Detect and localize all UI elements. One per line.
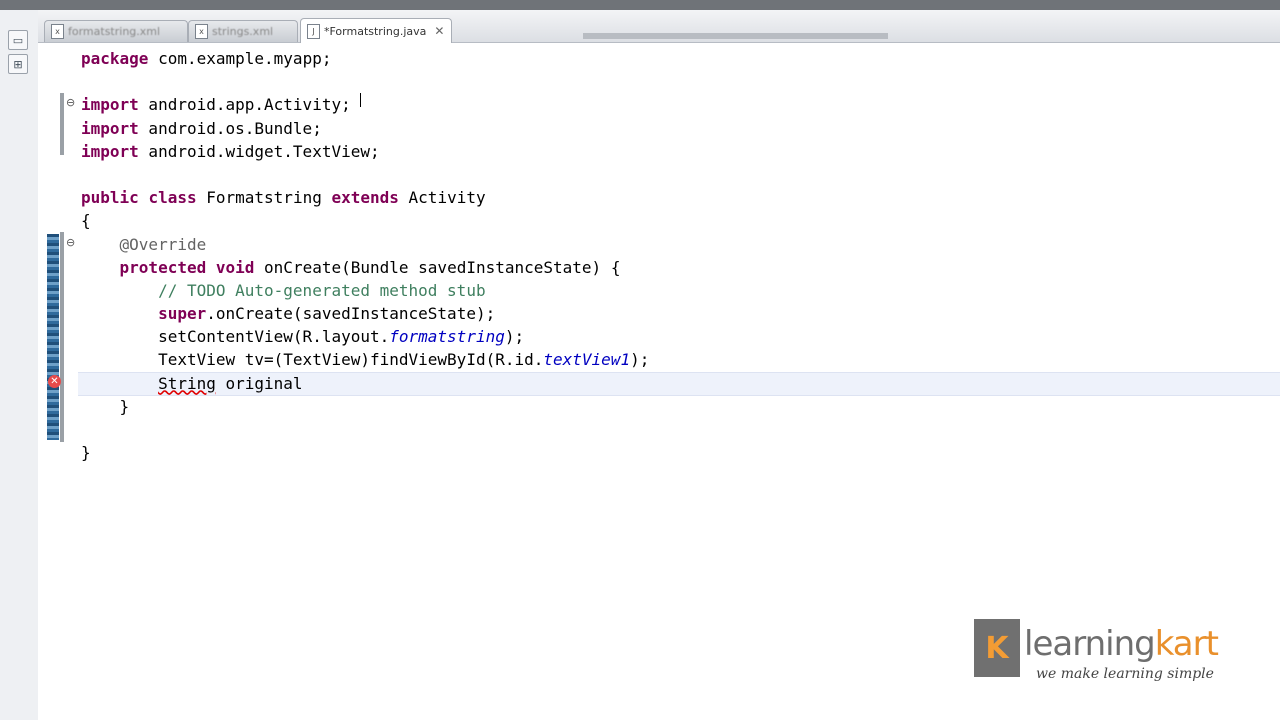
text-cursor <box>360 93 362 107</box>
restore-icon[interactable]: ▭ <box>8 30 28 50</box>
code-line[interactable]: } <box>81 441 649 464</box>
fold-minus-icon[interactable]: ⊖ <box>66 96 75 109</box>
code-token: protected <box>119 257 207 277</box>
xml-file-icon: x <box>195 24 208 39</box>
code-token: ); <box>630 350 650 370</box>
change-marker <box>60 232 64 442</box>
left-toolbar: ▭ ⊞ <box>0 10 39 720</box>
editor-tab-bar: x formatstring.xml x strings.xml J *Form… <box>38 10 1280 43</box>
code-line[interactable]: TextView tv=(TextView)findViewById(R.id.… <box>81 348 649 371</box>
code-token: super <box>158 304 207 324</box>
window-top-bar <box>0 0 1280 10</box>
code-line[interactable]: { <box>81 209 649 232</box>
code-token: textView1 <box>543 350 631 370</box>
package-explorer-icon[interactable]: ⊞ <box>8 54 28 74</box>
watermark-name-part1: learning <box>1024 624 1156 664</box>
code-token: android.os.Bundle; <box>138 118 322 138</box>
code-token: Activity <box>398 188 486 208</box>
code-line[interactable]: protected void onCreate(Bundle savedInst… <box>81 256 649 279</box>
code-token: String <box>158 373 216 393</box>
code-token: } <box>81 443 91 463</box>
code-token: original <box>215 373 303 393</box>
error-marker-icon[interactable]: ✕ <box>48 375 61 388</box>
code-token: formatstring <box>389 327 505 347</box>
code-token: android.app.Activity; <box>138 95 351 115</box>
tab-label: strings.xml <box>212 25 274 38</box>
code-line[interactable]: @Override <box>81 233 649 256</box>
code-token: TextView tv=(TextView)findViewById(R.id. <box>81 350 544 370</box>
code-line[interactable]: // TODO Auto-generated method stub <box>81 279 649 302</box>
code-token: import <box>81 95 139 115</box>
code-line[interactable]: import android.app.Activity; <box>81 93 649 116</box>
code-line[interactable]: import android.os.Bundle; <box>81 117 649 140</box>
java-file-icon: J <box>307 23 320 39</box>
code-token: onCreate(Bundle savedInstanceState) { <box>254 257 621 277</box>
code-token: extends <box>331 188 399 208</box>
code-token: // TODO Auto-generated method stub <box>158 280 486 300</box>
code-token: ); <box>504 327 525 347</box>
xml-file-icon: x <box>51 24 64 39</box>
code-token: class <box>148 188 197 208</box>
watermark-name-part2: kart <box>1154 624 1219 664</box>
code-line[interactable]: setContentView(R.layout.formatstring); <box>81 325 649 348</box>
learningkart-watermark: K learningkart we make learning simple <box>974 618 1234 688</box>
code-token: } <box>81 396 130 416</box>
learningkart-logo-icon: K <box>974 619 1020 677</box>
code-token: @Override <box>119 234 207 254</box>
code-line[interactable] <box>81 163 649 186</box>
code-token: import <box>81 141 139 161</box>
code-line[interactable]: String original <box>81 372 649 395</box>
tab-label: *Formatstring.java <box>324 24 427 38</box>
source-code[interactable]: package com.example.myapp; import androi… <box>81 47 649 464</box>
code-line[interactable]: super.onCreate(savedInstanceState); <box>81 302 649 325</box>
code-line[interactable]: public class Formatstring extends Activi… <box>81 186 649 209</box>
code-token: { <box>81 211 91 231</box>
close-icon[interactable]: ✕ <box>434 24 444 38</box>
code-token: import <box>81 118 139 138</box>
code-token: android.widget.TextView; <box>138 141 380 161</box>
fold-minus-icon[interactable]: ⊖ <box>66 236 75 249</box>
code-line[interactable]: } <box>81 395 649 418</box>
change-marker <box>60 93 64 155</box>
occurrence-markers <box>47 234 59 440</box>
code-token: public <box>81 188 139 208</box>
watermark-tagline: we make learning simple <box>1036 666 1214 682</box>
code-line[interactable]: package com.example.myapp; <box>81 47 649 70</box>
tab-label: formatstring.xml <box>68 25 161 38</box>
code-token: setContentView(R.layout. <box>81 327 390 347</box>
tab-scroll-indicator <box>583 33 888 39</box>
code-token: Formatstring <box>196 188 332 208</box>
code-line[interactable]: import android.widget.TextView; <box>81 140 649 163</box>
watermark-name: learningkart <box>1024 624 1219 664</box>
code-token: package <box>81 49 149 68</box>
code-token: com.example.myapp; <box>148 49 332 68</box>
tab-formatstring-java[interactable]: J *Formatstring.java ✕ <box>300 18 452 43</box>
tab-strings-xml[interactable]: x strings.xml <box>188 20 298 42</box>
tab-formatstring-xml[interactable]: x formatstring.xml <box>44 20 188 42</box>
code-token: void <box>215 257 255 277</box>
code-line[interactable] <box>81 70 649 93</box>
code-token: .onCreate(savedInstanceState); <box>206 304 496 324</box>
code-line[interactable] <box>81 418 649 441</box>
